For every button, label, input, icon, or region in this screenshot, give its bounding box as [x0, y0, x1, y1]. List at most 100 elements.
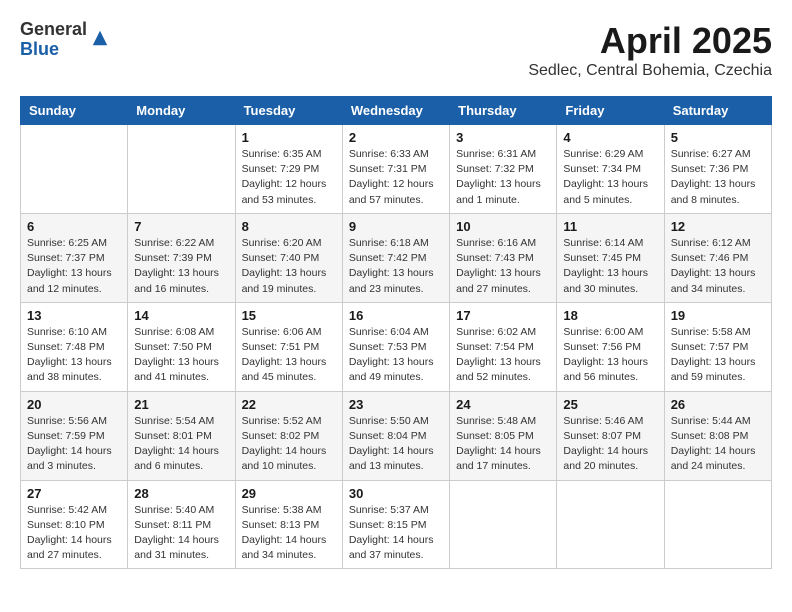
calendar-cell	[450, 480, 557, 569]
calendar-cell: 5 Sunrise: 6:27 AMSunset: 7:36 PMDaylight…	[664, 125, 771, 214]
calendar-cell: 18 Sunrise: 6:00 AMSunset: 7:56 PMDayligh…	[557, 302, 664, 391]
day-info: Sunrise: 6:16 AMSunset: 7:43 PMDaylight:…	[456, 236, 550, 297]
day-number: 30	[349, 486, 443, 501]
day-info: Sunrise: 6:27 AMSunset: 7:36 PMDaylight:…	[671, 147, 765, 208]
calendar-cell: 15 Sunrise: 6:06 AMSunset: 7:51 PMDayligh…	[235, 302, 342, 391]
day-number: 19	[671, 308, 765, 323]
day-info: Sunrise: 5:52 AMSunset: 8:02 PMDaylight:…	[242, 414, 336, 475]
day-info: Sunrise: 5:48 AMSunset: 8:05 PMDaylight:…	[456, 414, 550, 475]
calendar-cell	[664, 480, 771, 569]
day-info: Sunrise: 6:04 AMSunset: 7:53 PMDaylight:…	[349, 325, 443, 386]
calendar-cell: 29 Sunrise: 5:38 AMSunset: 8:13 PMDayligh…	[235, 480, 342, 569]
day-number: 17	[456, 308, 550, 323]
weekday-header-friday: Friday	[557, 97, 664, 125]
logo-blue: Blue	[20, 40, 87, 60]
day-number: 9	[349, 219, 443, 234]
logo-icon	[91, 29, 109, 47]
location: Sedlec, Central Bohemia, Czechia	[528, 62, 772, 80]
day-number: 11	[563, 219, 657, 234]
calendar-cell: 6 Sunrise: 6:25 AMSunset: 7:37 PMDaylight…	[21, 213, 128, 302]
calendar-cell: 21 Sunrise: 5:54 AMSunset: 8:01 PMDayligh…	[128, 391, 235, 480]
day-number: 3	[456, 130, 550, 145]
calendar-cell: 3 Sunrise: 6:31 AMSunset: 7:32 PMDaylight…	[450, 125, 557, 214]
month-title: April 2025	[528, 20, 772, 62]
calendar-cell: 16 Sunrise: 6:04 AMSunset: 7:53 PMDayligh…	[342, 302, 449, 391]
day-info: Sunrise: 5:40 AMSunset: 8:11 PMDaylight:…	[134, 503, 228, 564]
calendar-cell: 28 Sunrise: 5:40 AMSunset: 8:11 PMDayligh…	[128, 480, 235, 569]
day-info: Sunrise: 5:44 AMSunset: 8:08 PMDaylight:…	[671, 414, 765, 475]
day-info: Sunrise: 6:29 AMSunset: 7:34 PMDaylight:…	[563, 147, 657, 208]
day-number: 4	[563, 130, 657, 145]
day-number: 29	[242, 486, 336, 501]
day-number: 2	[349, 130, 443, 145]
day-number: 6	[27, 219, 121, 234]
logo: General Blue	[20, 20, 109, 60]
calendar-week-4: 27Sunrise: 5:42 AMSunset: 8:10 PMDayligh…	[21, 480, 772, 569]
day-info: Sunrise: 5:37 AMSunset: 8:15 PMDaylight:…	[349, 503, 443, 564]
day-info: Sunrise: 6:33 AMSunset: 7:31 PMDaylight:…	[349, 147, 443, 208]
day-info: Sunrise: 6:20 AMSunset: 7:40 PMDaylight:…	[242, 236, 336, 297]
weekday-header-tuesday: Tuesday	[235, 97, 342, 125]
calendar-week-3: 20Sunrise: 5:56 AMSunset: 7:59 PMDayligh…	[21, 391, 772, 480]
weekday-header-saturday: Saturday	[664, 97, 771, 125]
calendar-cell	[128, 125, 235, 214]
calendar-cell: 23 Sunrise: 5:50 AMSunset: 8:04 PMDayligh…	[342, 391, 449, 480]
weekday-header-row: SundayMondayTuesdayWednesdayThursdayFrid…	[21, 97, 772, 125]
day-number: 18	[563, 308, 657, 323]
day-info: Sunrise: 6:12 AMSunset: 7:46 PMDaylight:…	[671, 236, 765, 297]
day-number: 27	[27, 486, 121, 501]
day-number: 24	[456, 397, 550, 412]
calendar-cell: 14Sunrise: 6:08 AMSunset: 7:50 PMDayligh…	[128, 302, 235, 391]
day-info: Sunrise: 5:46 AMSunset: 8:07 PMDaylight:…	[563, 414, 657, 475]
calendar-cell: 26 Sunrise: 5:44 AMSunset: 8:08 PMDayligh…	[664, 391, 771, 480]
day-number: 16	[349, 308, 443, 323]
day-info: Sunrise: 6:00 AMSunset: 7:56 PMDaylight:…	[563, 325, 657, 386]
day-number: 10	[456, 219, 550, 234]
day-info: Sunrise: 6:25 AMSunset: 7:37 PMDaylight:…	[27, 236, 121, 297]
calendar-cell: 1Sunrise: 6:35 AMSunset: 7:29 PMDaylight…	[235, 125, 342, 214]
day-info: Sunrise: 5:38 AMSunset: 8:13 PMDaylight:…	[242, 503, 336, 564]
day-info: Sunrise: 6:06 AMSunset: 7:51 PMDaylight:…	[242, 325, 336, 386]
calendar-cell: 9 Sunrise: 6:18 AMSunset: 7:42 PMDaylight…	[342, 213, 449, 302]
calendar-cell: 13Sunrise: 6:10 AMSunset: 7:48 PMDayligh…	[21, 302, 128, 391]
day-info: Sunrise: 6:18 AMSunset: 7:42 PMDaylight:…	[349, 236, 443, 297]
calendar-cell: 17 Sunrise: 6:02 AMSunset: 7:54 PMDayligh…	[450, 302, 557, 391]
logo-general: General	[20, 20, 87, 40]
calendar-cell: 8Sunrise: 6:20 AMSunset: 7:40 PMDaylight…	[235, 213, 342, 302]
day-number: 28	[134, 486, 228, 501]
weekday-header-monday: Monday	[128, 97, 235, 125]
day-number: 20	[27, 397, 121, 412]
day-info: Sunrise: 6:02 AMSunset: 7:54 PMDaylight:…	[456, 325, 550, 386]
calendar-cell	[557, 480, 664, 569]
day-number: 5	[671, 130, 765, 145]
day-number: 21	[134, 397, 228, 412]
calendar-week-1: 6 Sunrise: 6:25 AMSunset: 7:37 PMDaylight…	[21, 213, 772, 302]
day-number: 7	[134, 219, 228, 234]
day-number: 14	[134, 308, 228, 323]
calendar-cell: 19Sunrise: 5:58 AMSunset: 7:57 PMDayligh…	[664, 302, 771, 391]
calendar-cell: 10 Sunrise: 6:16 AMSunset: 7:43 PMDayligh…	[450, 213, 557, 302]
day-info: Sunrise: 5:50 AMSunset: 8:04 PMDaylight:…	[349, 414, 443, 475]
day-number: 15	[242, 308, 336, 323]
day-info: Sunrise: 6:22 AMSunset: 7:39 PMDaylight:…	[134, 236, 228, 297]
calendar-cell: 2 Sunrise: 6:33 AMSunset: 7:31 PMDaylight…	[342, 125, 449, 214]
day-number: 23	[349, 397, 443, 412]
day-number: 26	[671, 397, 765, 412]
weekday-header-sunday: Sunday	[21, 97, 128, 125]
day-info: Sunrise: 6:10 AMSunset: 7:48 PMDaylight:…	[27, 325, 121, 386]
day-info: Sunrise: 6:14 AMSunset: 7:45 PMDaylight:…	[563, 236, 657, 297]
calendar-cell: 20Sunrise: 5:56 AMSunset: 7:59 PMDayligh…	[21, 391, 128, 480]
day-number: 12	[671, 219, 765, 234]
weekday-header-wednesday: Wednesday	[342, 97, 449, 125]
weekday-header-thursday: Thursday	[450, 97, 557, 125]
calendar-week-2: 13Sunrise: 6:10 AMSunset: 7:48 PMDayligh…	[21, 302, 772, 391]
day-info: Sunrise: 6:31 AMSunset: 7:32 PMDaylight:…	[456, 147, 550, 208]
calendar-week-0: 1Sunrise: 6:35 AMSunset: 7:29 PMDaylight…	[21, 125, 772, 214]
calendar-cell: 12 Sunrise: 6:12 AMSunset: 7:46 PMDayligh…	[664, 213, 771, 302]
calendar-cell: 22Sunrise: 5:52 AMSunset: 8:02 PMDayligh…	[235, 391, 342, 480]
day-info: Sunrise: 5:54 AMSunset: 8:01 PMDaylight:…	[134, 414, 228, 475]
day-info: Sunrise: 6:35 AMSunset: 7:29 PMDaylight:…	[242, 147, 336, 208]
calendar-cell: 7 Sunrise: 6:22 AMSunset: 7:39 PMDaylight…	[128, 213, 235, 302]
title-block: April 2025 Sedlec, Central Bohemia, Czec…	[528, 20, 772, 80]
calendar-cell: 11 Sunrise: 6:14 AMSunset: 7:45 PMDayligh…	[557, 213, 664, 302]
